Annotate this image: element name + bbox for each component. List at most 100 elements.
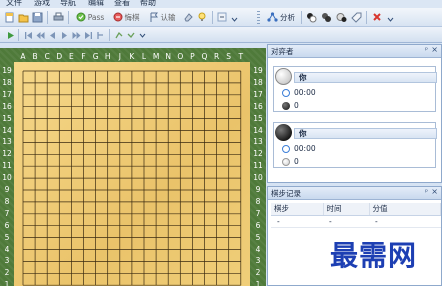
chevron-down-icon xyxy=(231,17,237,22)
toolbar-separator xyxy=(212,11,213,24)
analysis-icon xyxy=(267,12,278,22)
label-button[interactable] xyxy=(350,11,362,23)
board-grid xyxy=(22,70,242,286)
column-label: P xyxy=(190,52,195,61)
play-button[interactable] xyxy=(5,30,15,40)
print-button[interactable] xyxy=(52,11,64,23)
analyze-button[interactable]: 分析 xyxy=(264,11,298,23)
first-move-button[interactable] xyxy=(23,30,33,40)
row-label: 19 xyxy=(2,66,12,75)
toolbar-separator xyxy=(68,11,69,24)
black-stone-icon xyxy=(282,102,290,110)
chevron-down-icon xyxy=(139,33,145,38)
white-stone-button[interactable] xyxy=(320,11,332,23)
column-label: R xyxy=(213,52,220,61)
panel-header: 棋步记录 ᵖ × xyxy=(268,187,441,200)
last-move-button[interactable] xyxy=(83,30,93,40)
column-header-score[interactable]: 分值 xyxy=(369,203,441,216)
new-game-button[interactable] xyxy=(3,11,15,23)
close-icon[interactable]: × xyxy=(431,45,438,54)
row-label: 13 xyxy=(253,137,263,147)
flag-icon xyxy=(150,12,158,22)
menu-navigate[interactable]: 导航 xyxy=(60,0,76,8)
toolbar-overflow[interactable] xyxy=(230,14,238,24)
previous-move-button[interactable] xyxy=(47,30,57,40)
tree-back-button[interactable] xyxy=(114,30,124,40)
pin-icon[interactable]: ᵖ xyxy=(425,188,428,196)
row-label: 14 xyxy=(2,125,12,135)
branch-up-icon xyxy=(114,31,122,38)
delete-button[interactable] xyxy=(371,11,383,23)
resign-button[interactable]: 认输 xyxy=(145,11,179,23)
menu-help[interactable]: 帮助 xyxy=(140,0,156,8)
next-move-button[interactable] xyxy=(59,30,69,40)
tag-icon xyxy=(350,12,361,23)
table-cell: - xyxy=(369,215,441,228)
table-row[interactable]: - - - xyxy=(271,215,441,228)
tree-forward-button[interactable] xyxy=(126,30,136,40)
printer-icon xyxy=(53,12,63,20)
fast-forward-button[interactable] xyxy=(71,30,81,40)
table-cell: - xyxy=(271,215,323,228)
column-label: K xyxy=(129,52,135,61)
black-stone-button[interactable] xyxy=(305,11,317,23)
row-label: 4 xyxy=(255,244,261,254)
watermark-text: 最需网 xyxy=(330,239,418,272)
column-label: F xyxy=(81,52,86,61)
close-icon[interactable]: × xyxy=(431,187,438,196)
skip-first-icon xyxy=(24,31,32,39)
rewind-icon xyxy=(36,31,44,39)
row-label: 4 xyxy=(4,244,10,254)
clock-icon xyxy=(282,89,290,97)
toolbar-separator xyxy=(47,11,48,24)
black-stone-icon xyxy=(275,124,292,141)
fast-back-button[interactable] xyxy=(35,30,45,40)
mark-button[interactable] xyxy=(335,11,347,23)
new-document-icon xyxy=(5,12,13,22)
row-label: 1 xyxy=(255,280,261,286)
save-button[interactable] xyxy=(31,11,43,23)
row-label: 17 xyxy=(2,89,12,99)
player-time: 00:00 xyxy=(294,88,316,97)
go-board[interactable] xyxy=(14,62,250,286)
row-label: 8 xyxy=(255,196,261,206)
column-label: L xyxy=(141,52,147,61)
toolbar-overflow[interactable] xyxy=(386,14,394,24)
previous-icon xyxy=(49,31,55,39)
row-label: 10 xyxy=(253,173,263,183)
row-label: 17 xyxy=(253,89,263,99)
menu-view[interactable]: 查看 xyxy=(114,0,130,8)
lightbulb-icon xyxy=(198,12,206,21)
hint-button[interactable] xyxy=(196,11,208,23)
eraser-button[interactable] xyxy=(182,11,194,23)
toolbar-separator xyxy=(18,29,19,41)
main-toolbar: Pass 悔棋 认输 分析 xyxy=(0,8,442,27)
black-player-card: 你 00:00 0 xyxy=(273,122,437,168)
toolbar-grip[interactable] xyxy=(257,11,260,24)
toolbar-overflow[interactable] xyxy=(138,30,146,40)
open-button[interactable] xyxy=(17,11,29,23)
white-stone-icon xyxy=(282,158,290,166)
folder-icon xyxy=(18,14,28,22)
column-label: T xyxy=(238,52,244,61)
stones-icon xyxy=(321,12,331,22)
row-label: 2 xyxy=(4,268,10,278)
column-label: B xyxy=(32,52,38,61)
menu-file[interactable]: 文件 xyxy=(6,0,22,8)
menu-game[interactable]: 游戏 xyxy=(34,0,50,8)
menu-edit[interactable]: 编辑 xyxy=(88,0,104,8)
pin-icon[interactable]: ᵖ xyxy=(425,46,428,54)
row-label: 8 xyxy=(4,196,10,206)
minus-button[interactable] xyxy=(216,11,228,23)
column-label: S xyxy=(226,52,232,61)
captures-count: 0 xyxy=(294,101,299,110)
analyze-label: 分析 xyxy=(280,12,295,22)
undo-move-button[interactable]: 悔棋 xyxy=(109,11,143,23)
column-header-time[interactable]: 时间 xyxy=(323,203,370,216)
column-header-move[interactable]: 棋步 xyxy=(271,203,324,216)
toolbar-separator xyxy=(109,29,110,41)
pass-button[interactable]: Pass xyxy=(73,11,107,23)
opponents-panel: 对弈者 ᵖ × 你 00:00 0 你 00:00 0 xyxy=(267,44,442,183)
variation-button[interactable] xyxy=(95,30,105,40)
toolbar-separator xyxy=(366,11,367,24)
